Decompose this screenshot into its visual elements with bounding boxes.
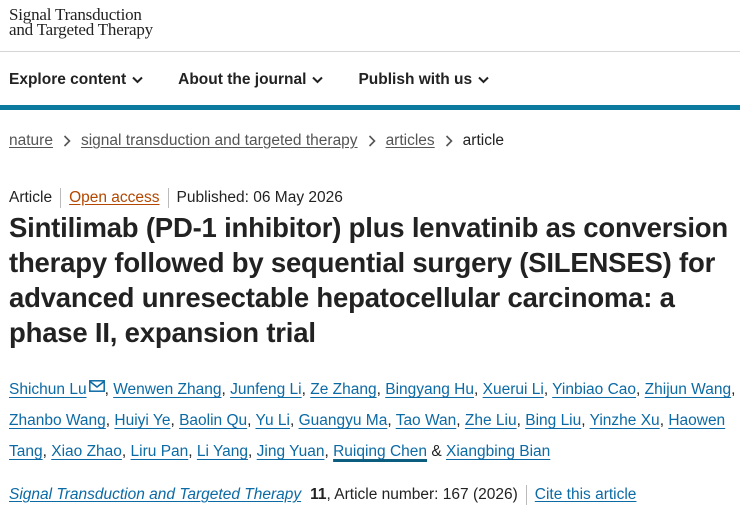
author-list: Shichun Lu, Wenwen Zhang, Junfeng Li, Ze… xyxy=(9,380,736,460)
cite-this-article-link[interactable]: Cite this article xyxy=(535,486,637,504)
author-link[interactable]: Huiyi Ye xyxy=(114,412,170,429)
header-divider xyxy=(0,51,740,52)
author-link[interactable]: Ruiqing Chen xyxy=(333,443,427,460)
journal-logo[interactable]: Signal Transduction and Targeted Therapy xyxy=(9,6,153,39)
nav-publish-with-us[interactable]: Publish with us xyxy=(358,66,489,94)
author-link[interactable]: Zhe Liu xyxy=(465,412,517,429)
chevron-right-icon xyxy=(368,135,376,147)
meta-divider xyxy=(167,188,169,208)
breadcrumb-current: article xyxy=(462,132,505,149)
logo-line-2: and Targeted Therapy xyxy=(9,20,153,39)
published-date: Published: 06 May 2026 xyxy=(176,189,343,206)
author-link[interactable]: Ze Zhang xyxy=(310,381,376,398)
author-link[interactable]: Jing Yuan xyxy=(257,443,325,460)
citation-journal-link[interactable]: Signal Transduction and Targeted Therapy xyxy=(9,486,301,504)
breadcrumb-articles[interactable]: articles xyxy=(386,132,435,150)
breadcrumb-nature[interactable]: nature xyxy=(9,132,53,150)
author-link[interactable]: Yu Li xyxy=(255,412,289,429)
citation-line: Signal Transduction and Targeted Therapy… xyxy=(9,485,636,505)
author-link[interactable]: Wenwen Zhang xyxy=(113,381,221,398)
author-link[interactable]: Junfeng Li xyxy=(230,381,302,398)
article-type: Article xyxy=(9,189,53,206)
chevron-right-icon xyxy=(63,135,71,147)
author-link[interactable]: Xiao Zhao xyxy=(51,443,122,460)
author-link[interactable]: Xiangbing Bian xyxy=(446,443,550,460)
meta-divider xyxy=(60,188,62,208)
author-link[interactable]: Zhijun Wang xyxy=(645,381,731,398)
email-icon[interactable] xyxy=(88,380,105,392)
citation-article-number: , Article number: 167 (2026) xyxy=(326,486,518,503)
accent-bar xyxy=(0,105,740,110)
main-nav: Explore content About the journal Publis… xyxy=(0,66,515,94)
author-link[interactable]: Bing Liu xyxy=(525,412,581,429)
author-link[interactable]: Xuerui Li xyxy=(483,381,544,398)
author-link[interactable]: Bingyang Hu xyxy=(385,381,474,398)
chevron-right-icon xyxy=(445,135,453,147)
nav-about-journal[interactable]: About the journal xyxy=(178,66,324,94)
chevron-down-icon xyxy=(478,76,489,84)
author-link[interactable]: Yinbiao Cao xyxy=(552,381,636,398)
author-link[interactable]: Baolin Qu xyxy=(179,412,247,429)
breadcrumb-journal[interactable]: signal transduction and targeted therapy xyxy=(81,132,358,150)
author-link[interactable]: Shichun Lu xyxy=(9,381,87,398)
nav-label: Publish with us xyxy=(358,71,473,88)
author-link[interactable]: Yinzhe Xu xyxy=(590,412,660,429)
chevron-down-icon xyxy=(132,76,143,84)
author-link[interactable]: Zhanbo Wang xyxy=(9,412,106,429)
author-link[interactable]: Tao Wan xyxy=(396,412,457,429)
chevron-down-icon xyxy=(312,76,324,84)
citation-volume: 11 xyxy=(310,486,327,503)
breadcrumb: nature signal transduction and targeted … xyxy=(9,132,504,150)
nav-label: Explore content xyxy=(9,71,127,88)
article-meta: Article Open access Published: 06 May 20… xyxy=(9,188,343,208)
citation-divider xyxy=(525,485,527,505)
nav-explore-content[interactable]: Explore content xyxy=(9,66,143,94)
article-title: Sintilimab (PD-1 inhibitor) plus lenvati… xyxy=(9,212,728,348)
author-link[interactable]: Liru Pan xyxy=(131,443,189,460)
author-link[interactable]: Li Yang xyxy=(197,443,248,460)
author-link[interactable]: Guangyu Ma xyxy=(299,412,388,429)
nav-label: About the journal xyxy=(178,71,307,88)
open-access-link[interactable]: Open access xyxy=(69,189,159,207)
